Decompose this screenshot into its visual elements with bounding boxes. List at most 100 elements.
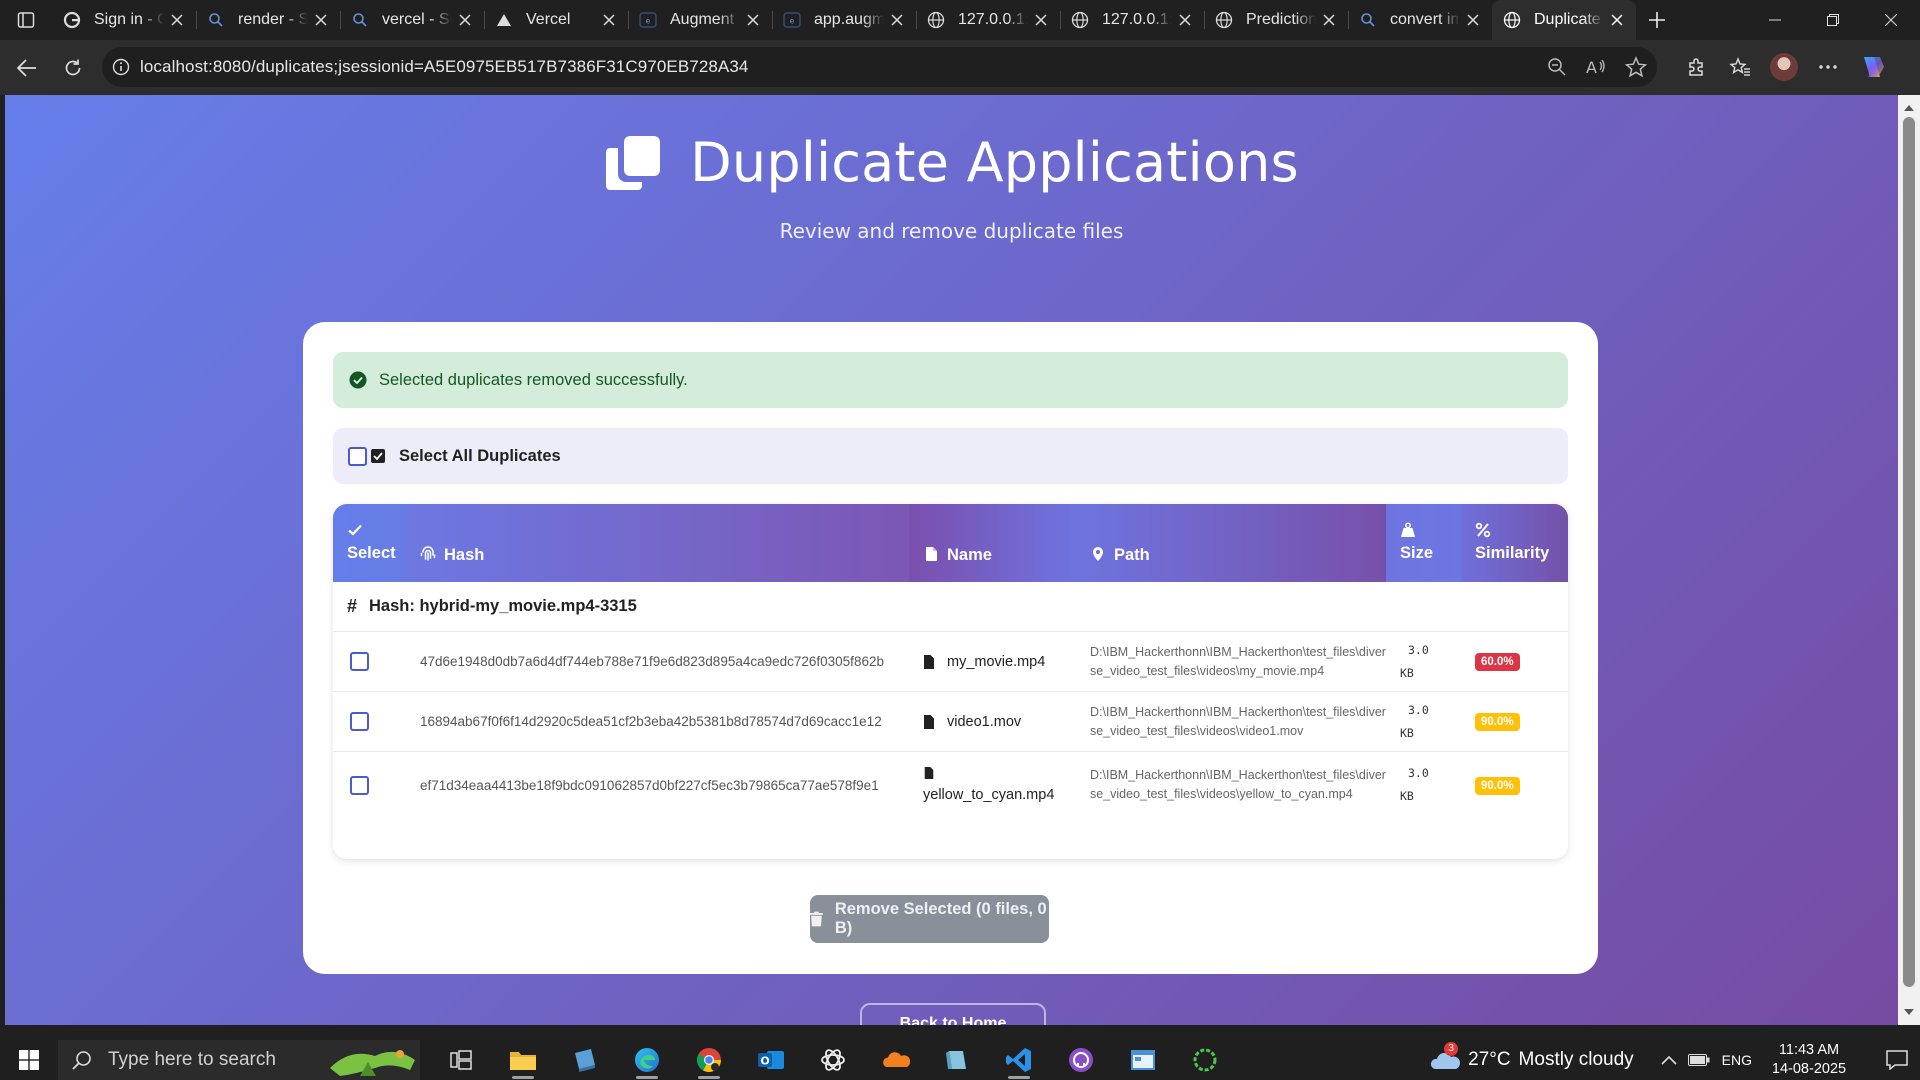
row-checkbox[interactable]: [350, 652, 369, 671]
tab-title: Duplicate: [1534, 11, 1601, 28]
back-to-home-button[interactable]: Back to Home: [860, 1003, 1046, 1025]
page-scrollbar[interactable]: [1898, 95, 1920, 1025]
svg-text:e: e: [790, 17, 795, 26]
close-tab-icon[interactable]: [312, 11, 330, 29]
close-tab-icon[interactable]: [744, 11, 762, 29]
zoom-out-icon[interactable]: [1547, 57, 1567, 77]
row-select-cell: [333, 712, 406, 731]
info-icon[interactable]: [112, 58, 130, 76]
app-button[interactable]: [1174, 1040, 1236, 1080]
select-all-checkbox[interactable]: [348, 446, 367, 466]
close-tab-icon[interactable]: [1464, 11, 1482, 29]
url-text[interactable]: localhost:8080/duplicates;jsessionid=A5E…: [140, 57, 748, 77]
clock[interactable]: 11:43 AM 14-08-2025: [1764, 1041, 1854, 1079]
browser-tab[interactable]: 127.0.0.1:5: [916, 0, 1060, 40]
browser-tab-active[interactable]: Duplicate: [1492, 0, 1636, 40]
browser-tab[interactable]: Prediction: [1204, 0, 1348, 40]
language-indicator[interactable]: ENG: [1722, 1052, 1752, 1068]
start-button[interactable]: [0, 1040, 58, 1080]
browser-tab[interactable]: Sign in - G: [52, 0, 196, 40]
taskbar-search[interactable]: Type here to search: [58, 1040, 420, 1080]
weather-temp: 27°C: [1468, 1049, 1511, 1070]
vscode-button[interactable]: [988, 1040, 1050, 1080]
browser-tab[interactable]: vercel - Se: [340, 0, 484, 40]
tab-title: Augment: [670, 11, 735, 28]
remove-selected-button[interactable]: Remove Selected (0 files, 0 B): [810, 895, 1049, 943]
scrollbar-thumb[interactable]: [1903, 117, 1915, 987]
favorites-button[interactable]: [1724, 51, 1756, 83]
cloudflare-button[interactable]: [864, 1040, 926, 1080]
path-cell: D:\IBM_Hackerthonn\IBM_Hackerthon\test_f…: [1090, 768, 1386, 801]
check-circle-icon: [349, 371, 367, 389]
show-hidden-icons-button[interactable]: [1654, 1040, 1684, 1080]
edge-browser-button[interactable]: [616, 1040, 678, 1080]
outlook-button[interactable]: O: [740, 1040, 802, 1080]
extensions-button[interactable]: [1680, 51, 1712, 83]
favorite-star-icon[interactable]: [1625, 56, 1647, 78]
new-tab-button[interactable]: [1636, 0, 1678, 40]
notifications-button[interactable]: [1874, 1040, 1920, 1080]
read-aloud-icon[interactable]: A: [1585, 57, 1607, 77]
close-tab-icon[interactable]: [1176, 11, 1194, 29]
restore-button[interactable]: [1804, 0, 1862, 40]
browser-tab[interactable]: e app.augm: [772, 0, 916, 40]
app-button[interactable]: [554, 1040, 616, 1080]
close-tab-icon[interactable]: [1608, 11, 1626, 29]
address-bar[interactable]: localhost:8080/duplicates;jsessionid=A5E…: [102, 47, 1657, 87]
close-window-button[interactable]: [1862, 0, 1920, 40]
browser-toolbar: localhost:8080/duplicates;jsessionid=A5E…: [0, 40, 1920, 95]
row-checkbox[interactable]: [350, 775, 369, 795]
browser-tab[interactable]: render - Se: [196, 0, 340, 40]
browser-tab[interactable]: 127.0.0.1:5: [1060, 0, 1204, 40]
close-tab-icon[interactable]: [456, 11, 474, 29]
weather-alert-badge: 3: [1444, 1042, 1459, 1056]
folder-icon: [510, 1052, 536, 1070]
back-button[interactable]: [4, 48, 50, 88]
size-cell: 3.0 KB: [1386, 639, 1461, 685]
more-options-button[interactable]: [1812, 51, 1844, 83]
close-tab-icon[interactable]: [888, 11, 906, 29]
similarity-badge: 90.0%: [1475, 713, 1520, 731]
tab-actions-button[interactable]: [0, 0, 52, 40]
chrome-button[interactable]: [678, 1040, 740, 1080]
percent-icon: [1475, 522, 1491, 538]
close-tab-icon[interactable]: [1320, 11, 1338, 29]
task-view-button[interactable]: [430, 1040, 492, 1080]
arrow-left-icon: [17, 58, 36, 77]
profile-button[interactable]: [1768, 51, 1800, 83]
browser-tab[interactable]: convert im: [1348, 0, 1492, 40]
close-tab-icon[interactable]: [600, 11, 618, 29]
scroll-down-arrow[interactable]: [1903, 1007, 1915, 1017]
tab-title: vercel - Se: [382, 11, 452, 28]
select-all-row[interactable]: Select All Duplicates: [333, 428, 1568, 484]
copilot-button[interactable]: [1856, 51, 1888, 83]
battery-button[interactable]: [1684, 1040, 1714, 1080]
file-name: yellow_to_cyan.mp4: [923, 787, 1055, 803]
system-tray: 3 27°C Mostly cloudy ENG 11:43 AM 14-08-…: [1430, 1040, 1920, 1080]
weather-widget[interactable]: 3 27°C Mostly cloudy: [1430, 1042, 1634, 1073]
close-tab-icon[interactable]: [168, 11, 186, 29]
github-desktop-button[interactable]: [1050, 1040, 1112, 1080]
search-highlight-illustration: [330, 1050, 415, 1076]
scroll-up-arrow[interactable]: [1903, 103, 1915, 113]
file-explorer-button[interactable]: [492, 1040, 554, 1080]
fingerprint-icon: [420, 546, 436, 561]
path-cell: D:\IBM_Hackerthonn\IBM_Hackerthon\test_f…: [1090, 644, 1386, 678]
refresh-button[interactable]: [50, 48, 96, 88]
similarity-cell: 90.0%: [1461, 712, 1568, 731]
browser-tab[interactable]: Vercel: [484, 0, 628, 40]
chatgpt-button[interactable]: [802, 1040, 864, 1080]
browser-tab[interactable]: e Augment: [628, 0, 772, 40]
column-header-name: Name: [909, 504, 1076, 582]
minimize-button[interactable]: [1746, 0, 1804, 40]
close-tab-icon[interactable]: [1032, 11, 1050, 29]
app-button[interactable]: [926, 1040, 988, 1080]
row-checkbox[interactable]: [350, 712, 369, 731]
search-icon: [350, 10, 370, 30]
tab-title: app.augm: [814, 11, 884, 28]
globe-icon: [1070, 10, 1090, 30]
row-select-cell: [333, 775, 406, 795]
app-button[interactable]: [1112, 1040, 1174, 1080]
column-header-similarity: Similarity: [1461, 504, 1568, 582]
column-label: Size: [1400, 544, 1434, 562]
